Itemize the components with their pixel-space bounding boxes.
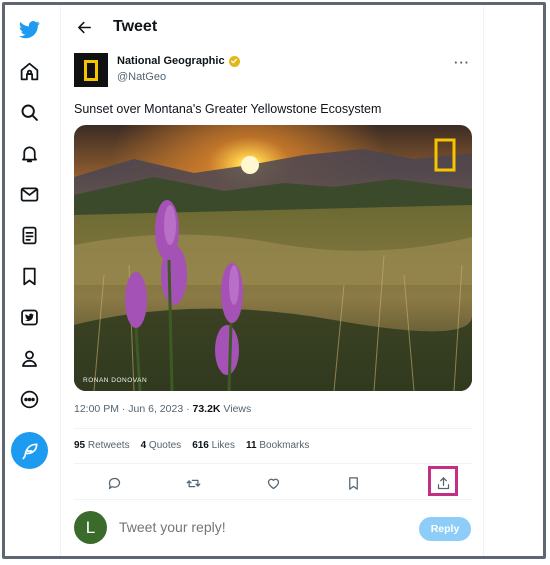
tweet-stats: 95 Retweets 4 Quotes 616 Likes 11 Bookma…	[74, 440, 309, 451]
twitter-logo-icon[interactable]	[13, 13, 45, 45]
author-handle[interactable]: @NatGeo	[117, 71, 166, 83]
tweet-actions-bar	[74, 465, 472, 499]
bookmarks-stat[interactable]: 11 Bookmarks	[246, 440, 309, 451]
right-divider	[483, 5, 484, 556]
reply-icon[interactable]	[103, 472, 125, 494]
notifications-bell-icon[interactable]	[13, 137, 45, 169]
author-name: National Geographic	[117, 55, 225, 67]
tweet-text: Sunset over Montana's Greater Yellowston…	[74, 102, 382, 116]
back-button[interactable]	[71, 14, 97, 40]
views-count: 73.2K	[192, 403, 221, 415]
views-label: Views	[220, 403, 252, 415]
natgeo-logo-icon	[84, 59, 98, 81]
divider	[74, 499, 472, 500]
reply-composer: L Reply	[74, 511, 472, 551]
lists-icon[interactable]	[13, 219, 45, 251]
like-icon[interactable]	[262, 472, 284, 494]
app-frame: Tweet National Geographic @NatGeo ··· Su…	[2, 2, 546, 559]
retweets-stat[interactable]: 95 Retweets	[74, 440, 130, 451]
tweet-time[interactable]: 12:00 PM · Jun 6, 2023 ·	[74, 403, 192, 415]
bookmark-icon[interactable]	[342, 472, 364, 494]
compose-feather-icon	[22, 443, 38, 459]
tweet-detail-column: Tweet National Geographic @NatGeo ··· Su…	[61, 5, 483, 556]
author-avatar[interactable]	[74, 53, 108, 87]
page-header: Tweet	[61, 5, 483, 49]
verified-icon[interactable]	[13, 301, 45, 333]
reply-button[interactable]: Reply	[419, 517, 471, 541]
quotes-stat[interactable]: 4 Quotes	[141, 440, 182, 451]
sidebar-nav	[5, 5, 57, 556]
author-name-link[interactable]: National Geographic	[117, 55, 240, 67]
compose-tweet-button[interactable]	[11, 432, 48, 469]
divider	[74, 463, 472, 464]
more-circle-icon[interactable]	[13, 383, 45, 415]
profile-icon[interactable]	[13, 342, 45, 374]
share-icon[interactable]	[432, 472, 454, 494]
reply-input[interactable]	[119, 519, 379, 535]
more-options-icon[interactable]: ···	[454, 55, 470, 70]
user-avatar[interactable]: L	[74, 511, 107, 544]
page-title: Tweet	[113, 18, 158, 35]
back-arrow-icon	[77, 21, 91, 33]
divider	[74, 428, 472, 429]
tweet-timestamp-views: 12:00 PM · Jun 6, 2023 · 73.2K Views	[74, 403, 251, 415]
photo-credit: RONAN DONOVAN	[83, 377, 148, 384]
tweet-photo[interactable]: RONAN DONOVAN	[74, 125, 472, 391]
likes-stat[interactable]: 616 Likes	[192, 440, 235, 451]
messages-envelope-icon[interactable]	[13, 178, 45, 210]
bookmarks-icon[interactable]	[13, 260, 45, 292]
retweet-icon[interactable]	[182, 472, 204, 494]
verified-badge-icon	[228, 55, 240, 67]
search-icon[interactable]	[13, 96, 45, 128]
home-icon[interactable]	[13, 55, 45, 87]
